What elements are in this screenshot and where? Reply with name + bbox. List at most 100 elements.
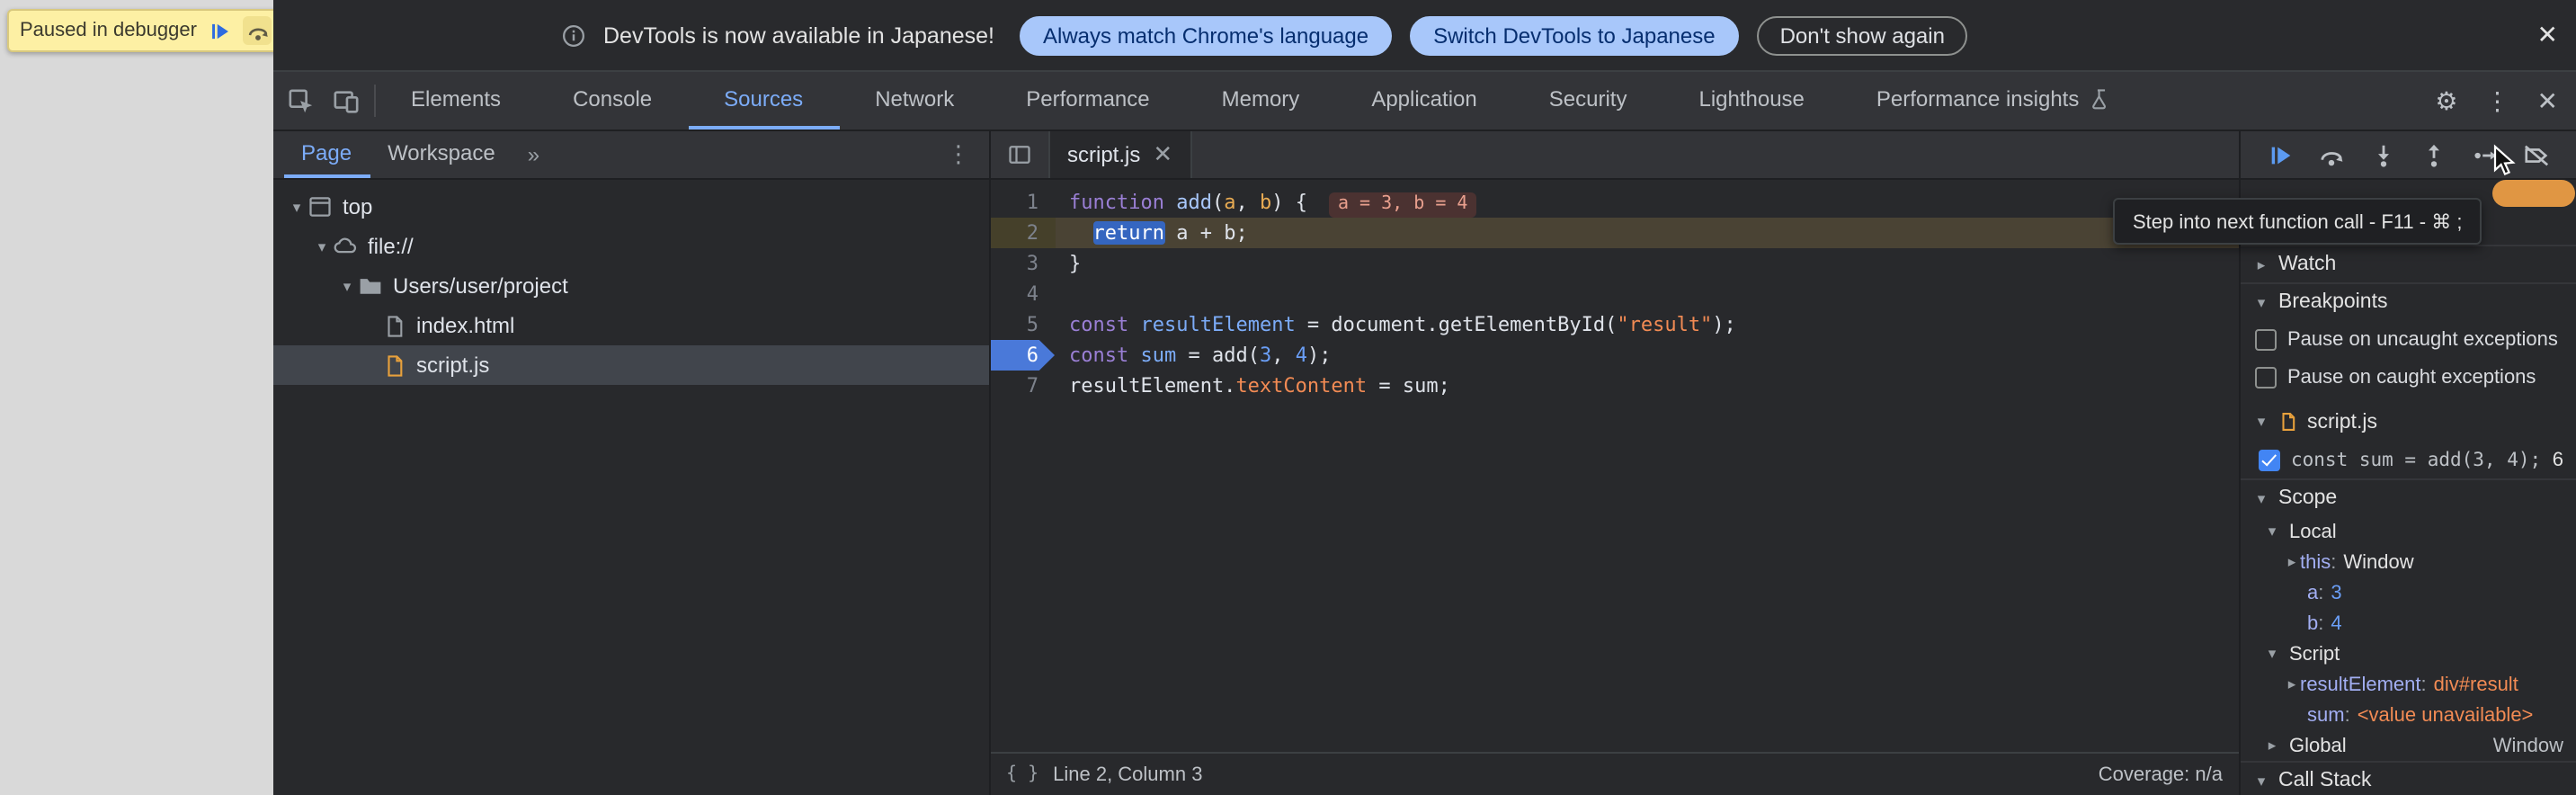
- tab-console[interactable]: Console: [537, 72, 688, 130]
- code-token: ) {: [1271, 191, 1307, 214]
- language-infobar: DevTools is now available in Japanese! A…: [272, 0, 2576, 72]
- tab-label: Performance insights: [1876, 86, 2079, 112]
- navigator-tab-workspace[interactable]: Workspace: [370, 131, 513, 178]
- tab-elements[interactable]: Elements: [375, 72, 537, 130]
- breakpoint-file-label: script.js: [2307, 411, 2377, 433]
- inspect-element-icon[interactable]: [287, 87, 314, 114]
- code-token: ,: [1235, 191, 1260, 214]
- scope-label: Scope: [2278, 487, 2337, 509]
- infobar-button-switch-devtools-to-japanese[interactable]: Switch DevTools to Japanese: [1410, 15, 1739, 55]
- tab-label: Performance: [1026, 86, 1149, 112]
- line-number-6[interactable]: 6: [990, 340, 1055, 371]
- code-line-4: 4: [990, 279, 2239, 309]
- infobar-button-always-match-chrome-s-language[interactable]: Always match Chrome's language: [1020, 15, 1392, 55]
- checkbox-pause-on-caught-exceptions[interactable]: Pause on caught exceptions: [2241, 358, 2576, 396]
- line-number-3[interactable]: 3: [990, 248, 1055, 279]
- editor-tab-script-js[interactable]: script.js ✕: [1049, 131, 1192, 178]
- chevron-down-icon: ▾: [2253, 412, 2269, 432]
- tree-item-file[interactable]: ▾file://: [272, 227, 988, 266]
- devtools-close-icon[interactable]: ✕: [2537, 88, 2558, 113]
- scope-subsection-script[interactable]: ▾Script: [2241, 639, 2576, 669]
- code-token: (: [1212, 191, 1224, 214]
- navigator-tab-page[interactable]: Page: [283, 131, 370, 178]
- code-content-6: const sum = add(3, 4);: [1055, 340, 2239, 371]
- toggle-navigator-icon[interactable]: [990, 131, 1049, 178]
- tab-security[interactable]: Security: [1513, 72, 1663, 130]
- tab-performance-insights[interactable]: Performance insights: [1841, 72, 2149, 130]
- code-token: resultElement.: [1069, 374, 1235, 398]
- device-toolbar-icon[interactable]: [332, 87, 359, 114]
- scope-var-value: Window: [2343, 551, 2413, 573]
- kebab-menu-icon[interactable]: ⋮: [2485, 88, 2510, 113]
- breakpoints-section-header[interactable]: ▾ Breakpoints: [2241, 282, 2576, 320]
- step-out-button[interactable]: [2418, 138, 2450, 171]
- breakpoint-file-group[interactable]: ▾ script.js: [2241, 403, 2576, 441]
- scope-section-header[interactable]: ▾ Scope: [2241, 478, 2576, 516]
- deactivate-breakpoints-button[interactable]: [2520, 138, 2553, 171]
- scope-var-a[interactable]: a:3: [2241, 577, 2576, 608]
- step-into-button[interactable]: [2367, 138, 2399, 171]
- scope-var-this[interactable]: ▸this:Window: [2241, 547, 2576, 577]
- line-number-4[interactable]: 4: [990, 279, 1055, 309]
- line-number-5[interactable]: 5: [990, 309, 1055, 340]
- code-token: 3: [1260, 344, 1271, 367]
- tab-label: Application: [1371, 86, 1476, 112]
- code-token: resultElement: [1141, 313, 1296, 336]
- chevron-right-icon: ▸: [2264, 736, 2280, 755]
- infobar-close-icon[interactable]: ✕: [2537, 20, 2558, 50]
- call-stack-section-header[interactable]: ▾ Call Stack: [2241, 761, 2576, 795]
- step-over-button-toast[interactable]: [244, 16, 272, 45]
- checkbox-unchecked[interactable]: [2255, 366, 2277, 388]
- tab-application[interactable]: Application: [1335, 72, 1512, 130]
- scope-var-name: a: [2307, 582, 2318, 603]
- tab-memory[interactable]: Memory: [1186, 72, 1336, 130]
- step-over-button[interactable]: [2315, 138, 2348, 171]
- resume-script-button[interactable]: [206, 16, 235, 45]
- settings-gear-icon[interactable]: ⚙: [2435, 88, 2457, 113]
- navigator-tabs: PageWorkspace » ⋮: [272, 131, 988, 180]
- watch-section-header[interactable]: ▸ Watch: [2241, 245, 2576, 282]
- scope-subsection-local[interactable]: ▾Local: [2241, 516, 2576, 547]
- breakpoint-entry[interactable]: const sum = add(3, 4);6: [2241, 441, 2576, 478]
- devtools-window: DevTools is now available in Japanese! A…: [272, 0, 2576, 795]
- scope-subsection-global[interactable]: ▸GlobalWindow: [2241, 730, 2576, 761]
- breakpoint-checkbox[interactable]: [2259, 449, 2280, 470]
- paused-token: return: [1093, 221, 1165, 245]
- checkbox-pause-on-uncaught-exceptions[interactable]: Pause on uncaught exceptions: [2241, 320, 2576, 358]
- checkbox-label: Pause on uncaught exceptions: [2287, 328, 2558, 350]
- tree-item-users-user-project[interactable]: ▾Users/user/project: [272, 266, 988, 306]
- line-number-1[interactable]: 1: [990, 187, 1055, 218]
- tab-close-icon[interactable]: ✕: [1153, 140, 1172, 169]
- chevron-down-icon: ▾: [2264, 644, 2280, 664]
- navigator-pane: PageWorkspace » ⋮ ▾top▾file://▾Users/use…: [272, 131, 988, 795]
- tree-item-script-js[interactable]: script.js: [272, 345, 988, 385]
- pretty-print-icon[interactable]: { }: [1006, 764, 1038, 784]
- folder-icon: [357, 273, 382, 299]
- scope-var-b[interactable]: b:4: [2241, 608, 2576, 639]
- resume-icon: [209, 19, 232, 42]
- tab-lighthouse[interactable]: Lighthouse: [1662, 72, 1840, 130]
- frame-icon: [307, 194, 332, 219]
- tab-performance[interactable]: Performance: [990, 72, 1185, 130]
- line-number-7[interactable]: 7: [990, 371, 1055, 401]
- navigator-kebab-icon[interactable]: ⋮: [929, 131, 988, 178]
- panel-tabs: ElementsConsoleSourcesNetwork Performance…: [375, 72, 2149, 130]
- paused-in-debugger-toast: Paused in debugger: [7, 9, 285, 52]
- line-number-2[interactable]: 2: [990, 218, 1055, 248]
- scope-var-sum[interactable]: sum:<value unavailable>: [2241, 700, 2576, 730]
- code-token: "result": [1617, 313, 1712, 336]
- code-editor[interactable]: 1function add(a, b) {a = 3, b = 42 retur…: [990, 180, 2239, 752]
- tab-network[interactable]: Network: [839, 72, 990, 130]
- code-token: add: [1176, 191, 1212, 214]
- tree-item-top[interactable]: ▾top: [272, 187, 988, 227]
- resume-button[interactable]: [2264, 138, 2296, 171]
- tab-sources[interactable]: Sources: [688, 72, 839, 130]
- tab-label: Security: [1549, 86, 1627, 112]
- infobar-button-don-t-show-again[interactable]: Don't show again: [1757, 15, 1968, 55]
- checkbox-unchecked[interactable]: [2255, 328, 2277, 350]
- file-tree: ▾top▾file://▾Users/user/projectindex.htm…: [272, 180, 988, 795]
- tree-item-index-html[interactable]: index.html: [272, 306, 988, 345]
- scope-var-resultelement[interactable]: ▸resultElement:div#result: [2241, 669, 2576, 700]
- tab-overflow-chevron[interactable]: »: [513, 131, 554, 178]
- tab-label: Lighthouse: [1698, 86, 1804, 112]
